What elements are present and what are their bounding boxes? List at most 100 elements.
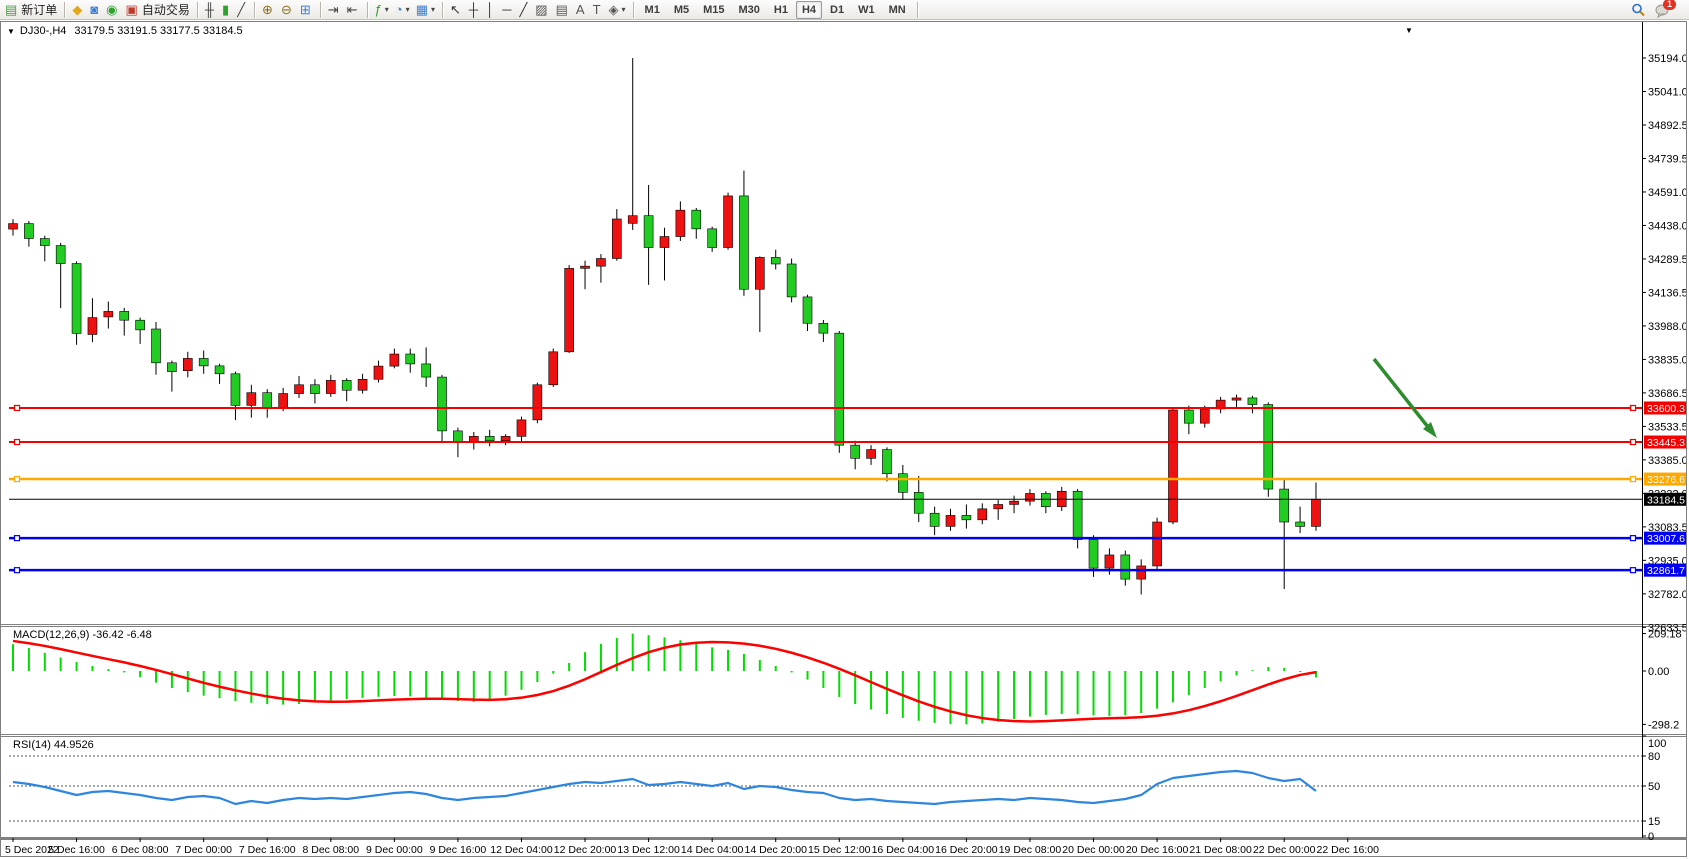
- timeframe-h1-button[interactable]: H1: [768, 1, 794, 19]
- equidistant-channel-button[interactable]: ▨: [532, 1, 552, 19]
- candle-body: [358, 379, 367, 390]
- candle-body: [596, 258, 605, 266]
- x-tick-label: 6 Dec 08:00: [112, 844, 169, 856]
- level-handle: [1631, 477, 1636, 482]
- new-order-icon: ▤: [5, 1, 17, 19]
- text-icon: A: [576, 1, 585, 19]
- candle-body: [787, 264, 796, 297]
- level-handle: [1631, 568, 1636, 573]
- arrows-shapes-button[interactable]: ◈▾: [606, 1, 629, 19]
- zoom-in-button[interactable]: ⊕: [259, 1, 278, 19]
- timeframe-mn-button[interactable]: MN: [883, 1, 912, 19]
- y-tick-label: 34438.0: [1648, 220, 1686, 232]
- tile-windows-button[interactable]: ⊞: [297, 1, 316, 19]
- x-tick-label: 14 Dec 20:00: [744, 844, 807, 856]
- candle-body: [295, 385, 304, 394]
- candle-body: [390, 354, 399, 366]
- ohlc-values: 33179.5 33191.5 33177.5 33184.5: [74, 25, 242, 37]
- timeframe-m15-button[interactable]: M15: [697, 1, 730, 19]
- vertical-line-button[interactable]: │: [483, 1, 499, 19]
- cursor-button[interactable]: ↖: [447, 1, 466, 19]
- period-clock-dropdown-caret[interactable]: ▾: [406, 5, 410, 14]
- candle-body: [771, 257, 780, 264]
- candle-body: [517, 420, 526, 436]
- x-tick-label: 14 Dec 04:00: [681, 844, 744, 856]
- chevron-down-icon[interactable]: ▼: [7, 27, 15, 36]
- candle-body: [1296, 522, 1305, 526]
- toolbar-separator: [254, 2, 255, 18]
- candle-body: [708, 229, 717, 248]
- y-tick-label: 33686.5: [1648, 388, 1686, 400]
- add-indicator-dropdown-caret[interactable]: ▾: [385, 5, 389, 14]
- candle-body: [692, 210, 701, 229]
- candle-body: [279, 394, 288, 408]
- crosshair-button[interactable]: ┼: [466, 1, 483, 19]
- timeframe-w1-button[interactable]: W1: [852, 1, 881, 19]
- arrows-shapes-dropdown-caret[interactable]: ▾: [622, 5, 626, 14]
- trendline-button[interactable]: ╱: [516, 1, 532, 19]
- highlighter-button[interactable]: ◆: [69, 1, 87, 19]
- y-tick-label: 34289.5: [1648, 254, 1686, 266]
- candle-body: [215, 366, 224, 374]
- notification-badge[interactable]: 1: [1663, 0, 1676, 10]
- candle-body: [882, 450, 891, 474]
- template-button[interactable]: ▦▾: [413, 1, 438, 19]
- candle-body: [247, 393, 256, 406]
- new-order-button[interactable]: ▤新订单: [2, 1, 60, 19]
- timeframe-m5-button[interactable]: M5: [668, 1, 695, 19]
- candles-chart-button[interactable]: ▮: [219, 1, 234, 19]
- y-tick-label: 35041.0: [1648, 86, 1686, 98]
- y-tick-label: 35194.0: [1648, 53, 1686, 65]
- signals-icon: ◉: [106, 1, 117, 19]
- auto-scroll-button[interactable]: ⇥: [325, 1, 344, 19]
- candle-body: [1089, 540, 1098, 569]
- x-tick-label: 20 Dec 16:00: [1126, 844, 1189, 856]
- profile-button[interactable]: ◙: [87, 1, 103, 19]
- candle-body: [406, 354, 415, 364]
- candle-body: [835, 333, 844, 445]
- bars-chart-button[interactable]: ╫: [202, 1, 219, 19]
- level-handle: [15, 405, 20, 410]
- candle-body: [88, 318, 97, 335]
- template-dropdown-caret[interactable]: ▾: [431, 5, 435, 14]
- timeframe-m30-button[interactable]: M30: [733, 1, 766, 19]
- x-tick-label: 12 Dec 20:00: [554, 844, 617, 856]
- new-order-label: 新订单: [21, 1, 57, 18]
- timeframe-d1-button[interactable]: D1: [824, 1, 850, 19]
- x-tick-label: 21 Dec 08:00: [1189, 844, 1252, 856]
- line-chart-button[interactable]: ╱: [234, 1, 250, 19]
- equidistant-channel-icon: ▨: [535, 1, 547, 19]
- candle-body: [374, 366, 383, 379]
- candle-body: [962, 515, 971, 519]
- chart-canvas[interactable]: 35194.035041.034892.534739.534591.034438…: [1, 22, 1686, 856]
- text-label-button[interactable]: T: [590, 1, 606, 19]
- text-button[interactable]: A: [573, 1, 590, 19]
- zoom-out-button[interactable]: ⊖: [278, 1, 297, 19]
- horizontal-line-button[interactable]: ─: [499, 1, 516, 19]
- add-indicator-button[interactable]: ƒ▾: [372, 1, 392, 19]
- x-tick-label: 9 Dec 16:00: [430, 844, 487, 856]
- candle-body: [581, 266, 590, 268]
- arrows-shapes-icon: ◈: [609, 1, 619, 19]
- period-clock-button[interactable]: ◔▾: [392, 1, 413, 19]
- candle-body: [1105, 555, 1114, 568]
- symbol-period-label: DJ30-,H4: [20, 25, 66, 37]
- candle-body: [1311, 499, 1320, 526]
- candle-body: [326, 380, 335, 393]
- search-icon[interactable]: [1630, 2, 1646, 18]
- chart-svg: 35194.035041.034892.534739.534591.034438…: [1, 22, 1686, 856]
- candle-body: [612, 219, 621, 259]
- timeframe-h4-button[interactable]: H4: [796, 1, 822, 19]
- candle-body: [167, 363, 176, 372]
- auto-trading-button[interactable]: ▣自动交易: [123, 1, 193, 19]
- vertical-line-icon: │: [486, 1, 494, 19]
- candle-body: [9, 224, 18, 229]
- candle-body: [644, 216, 653, 248]
- chart-shift-button[interactable]: ⇤: [344, 1, 363, 19]
- fibonacci-button[interactable]: ▤: [553, 1, 573, 19]
- chart-menu-arrow-icon[interactable]: ▼: [1405, 26, 1413, 35]
- signals-button[interactable]: ◉: [103, 1, 122, 19]
- candles-chart-icon: ▮: [222, 1, 229, 19]
- candle-body: [851, 445, 860, 458]
- timeframe-m1-button[interactable]: M1: [639, 1, 666, 19]
